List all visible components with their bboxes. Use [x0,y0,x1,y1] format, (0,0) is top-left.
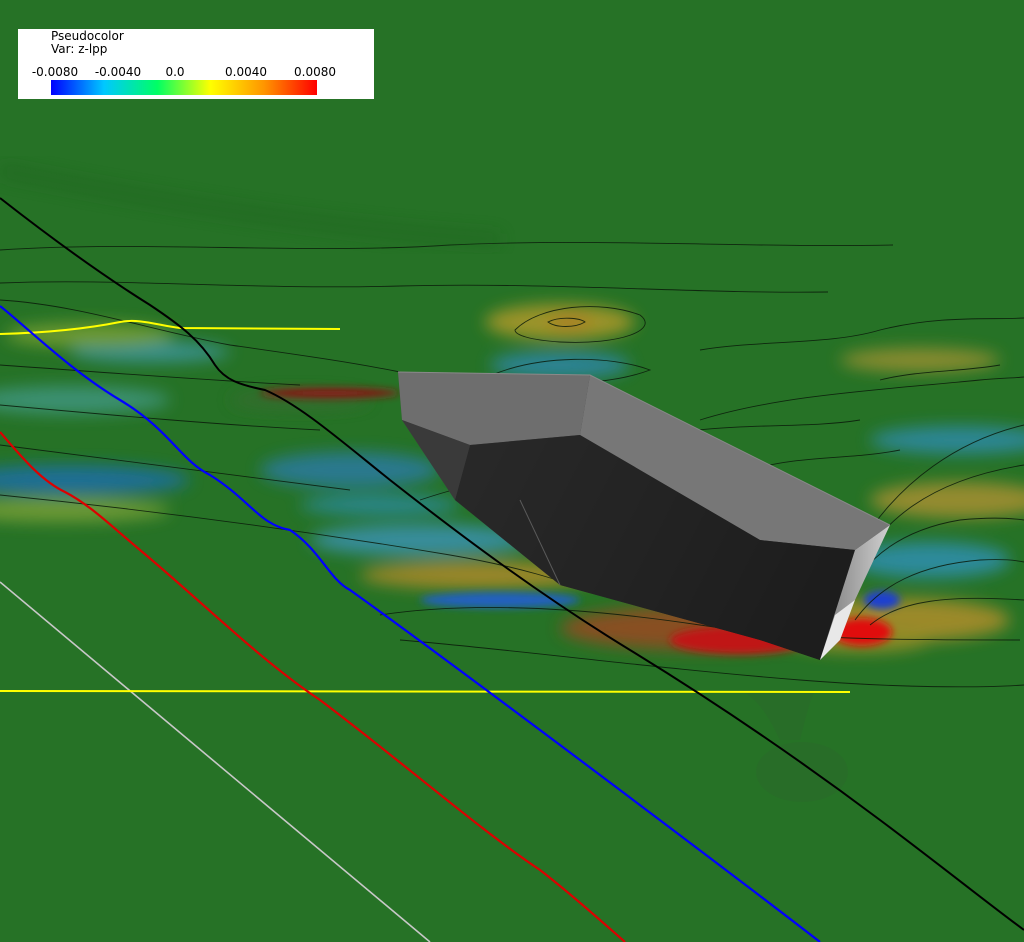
legend-tick-label: 0.0040 [225,65,267,79]
legend-colorbar [51,80,317,95]
legend-tick-label: 0.0080 [294,65,336,79]
yellow-cut-line-lower [0,690,851,693]
legend-variable-label: Var: z-lpp [51,42,108,56]
legend-tick-label: 0.0 [165,65,185,79]
legend-tick-label: -0.0040 [94,65,142,79]
legend-title: Pseudocolor [51,29,124,43]
pseudocolor-legend: Pseudocolor Var: z-lpp -0.0080 -0.0040 0… [18,29,374,99]
wave-field-render [0,0,1024,942]
render-viewport[interactable]: Pseudocolor Var: z-lpp -0.0080 -0.0040 0… [0,0,1024,942]
legend-tick-label: -0.0080 [31,65,79,79]
